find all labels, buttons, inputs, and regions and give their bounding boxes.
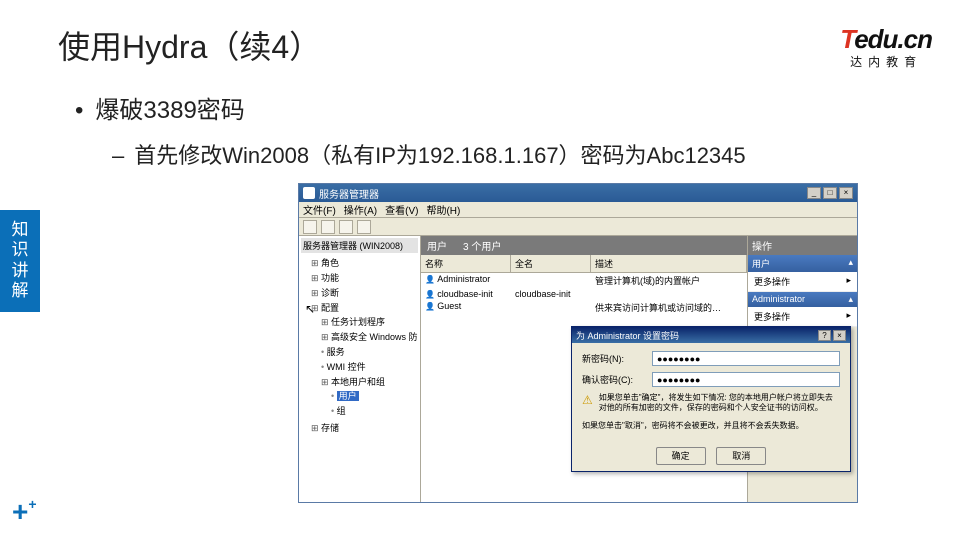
tree-task-scheduler[interactable]: 任务计划程序 bbox=[321, 314, 418, 329]
brand-logo: Tedu.cn 达内教育 bbox=[840, 24, 932, 70]
warning-text: 如果您单击"确定"，将发生如下情况: 您的本地用户帐户将立即失去对他的所有加密的… bbox=[599, 393, 840, 414]
dialog-title: 为 Administrator 设置密码 bbox=[576, 329, 679, 342]
minimize-button[interactable]: _ bbox=[807, 187, 821, 199]
list-header[interactable]: 名称 全名 描述 bbox=[421, 255, 747, 273]
menu-file[interactable]: 文件(F) bbox=[303, 202, 336, 217]
cancel-button[interactable]: 取消 bbox=[716, 447, 766, 465]
toolbar-help-icon[interactable] bbox=[357, 220, 371, 234]
chevron-up-icon: ▴ bbox=[848, 294, 853, 305]
tree-services[interactable]: 服务 bbox=[321, 344, 418, 359]
tree-header[interactable]: 服务器管理器 (WIN2008) bbox=[301, 238, 418, 253]
chevron-up-icon: ▴ bbox=[848, 257, 853, 270]
window-titlebar[interactable]: 服务器管理器 _ □ × bbox=[299, 184, 857, 202]
set-password-dialog: 为 Administrator 设置密码 ? × 新密码(N): 确认密码(C)… bbox=[571, 326, 851, 472]
slide-title: 使用Hydra（续4） bbox=[58, 22, 321, 68]
tree-firewall[interactable]: 高级安全 Windows 防 bbox=[321, 329, 418, 344]
tree-users[interactable]: 用户 bbox=[331, 388, 418, 403]
confirm-password-label: 确认密码(C): bbox=[582, 373, 652, 386]
window-icon bbox=[303, 187, 315, 199]
bullet-level-2: 首先修改Win2008（私有IP为192.168.1.167）密码为Abc123… bbox=[112, 138, 746, 170]
close-button[interactable]: × bbox=[839, 187, 853, 199]
toolbar-forward-icon[interactable] bbox=[321, 220, 335, 234]
actions-section-admin[interactable]: Administrator▴ bbox=[748, 292, 857, 307]
list-item[interactable]: cloudbase-initcloudbase-init bbox=[421, 288, 747, 300]
col-desc[interactable]: 描述 bbox=[591, 255, 747, 272]
center-header: 用户 3 个用户 bbox=[421, 236, 747, 255]
menu-help[interactable]: 帮助(H) bbox=[426, 202, 460, 217]
tree-groups[interactable]: 组 bbox=[331, 403, 418, 418]
center-pane: 用户 3 个用户 名称 全名 描述 Administrator管理计算机(域)的… bbox=[421, 236, 747, 502]
dialog-help-button[interactable]: ? bbox=[818, 330, 831, 341]
tree-features[interactable]: 功能 bbox=[311, 270, 418, 285]
maximize-button[interactable]: □ bbox=[823, 187, 837, 199]
dialog-titlebar[interactable]: 为 Administrator 设置密码 ? × bbox=[572, 327, 850, 343]
server-manager-window: 服务器管理器 _ □ × 文件(F) 操作(A) 查看(V) 帮助(H) 服务器… bbox=[298, 183, 858, 503]
toolbar-back-icon[interactable] bbox=[303, 220, 317, 234]
dialog-close-button[interactable]: × bbox=[833, 330, 846, 341]
col-fullname[interactable]: 全名 bbox=[511, 255, 591, 272]
cursor-icon: ↖ bbox=[305, 302, 315, 316]
more-actions-2[interactable]: 更多操作▸ bbox=[748, 307, 857, 327]
note-text: 如果您单击"取消"，密码将不会被更改，并且将不会丢失数据。 bbox=[582, 420, 840, 431]
warning-icon: ⚠ bbox=[582, 393, 593, 414]
side-tab-knowledge: 知识讲解 bbox=[0, 210, 40, 312]
actions-section-users[interactable]: 用户▴ bbox=[748, 255, 857, 272]
more-actions-1[interactable]: 更多操作▸ bbox=[748, 272, 857, 292]
tree-storage[interactable]: 存储 bbox=[311, 420, 418, 435]
list-item[interactable]: Administrator管理计算机(域)的内置帐户 bbox=[421, 273, 747, 288]
list-item[interactable]: Guest供来宾访问计算机或访问域的… bbox=[421, 300, 747, 315]
logo-letter: T bbox=[840, 24, 854, 54]
bullet-level-1: 爆破3389密码 bbox=[75, 90, 245, 125]
menu-bar: 文件(F) 操作(A) 查看(V) 帮助(H) bbox=[299, 202, 857, 218]
new-password-label: 新密码(N): bbox=[582, 352, 652, 365]
logo-text: edu.cn bbox=[854, 24, 932, 54]
window-title: 服务器管理器 bbox=[319, 186, 379, 201]
tree-wmi[interactable]: WMI 控件 bbox=[321, 359, 418, 374]
logo-subtitle: 达内教育 bbox=[840, 53, 932, 70]
confirm-password-input[interactable] bbox=[652, 372, 840, 387]
nav-tree[interactable]: 服务器管理器 (WIN2008) 角色 功能 诊断 配置 任务计划程序 高级安全… bbox=[299, 236, 421, 502]
tree-diag[interactable]: 诊断 bbox=[311, 285, 418, 300]
chevron-right-icon: ▸ bbox=[846, 310, 851, 323]
tree-roles[interactable]: 角色 bbox=[311, 255, 418, 270]
center-count: 3 个用户 bbox=[463, 238, 501, 253]
new-password-input[interactable] bbox=[652, 351, 840, 366]
col-name[interactable]: 名称 bbox=[421, 255, 511, 272]
corner-decoration: ++ bbox=[12, 496, 37, 528]
ok-button[interactable]: 确定 bbox=[656, 447, 706, 465]
center-title: 用户 bbox=[427, 238, 447, 253]
actions-header: 操作 bbox=[748, 236, 857, 255]
tree-config[interactable]: 配置 任务计划程序 高级安全 Windows 防 服务 WMI 控件 本地用户和… bbox=[311, 300, 418, 420]
tree-local-users-groups[interactable]: 本地用户和组 用户 组 bbox=[321, 374, 418, 419]
chevron-right-icon: ▸ bbox=[846, 275, 851, 288]
toolbar-refresh-icon[interactable] bbox=[339, 220, 353, 234]
menu-action[interactable]: 操作(A) bbox=[344, 202, 377, 217]
menu-view[interactable]: 查看(V) bbox=[385, 202, 418, 217]
tool-bar bbox=[299, 218, 857, 236]
